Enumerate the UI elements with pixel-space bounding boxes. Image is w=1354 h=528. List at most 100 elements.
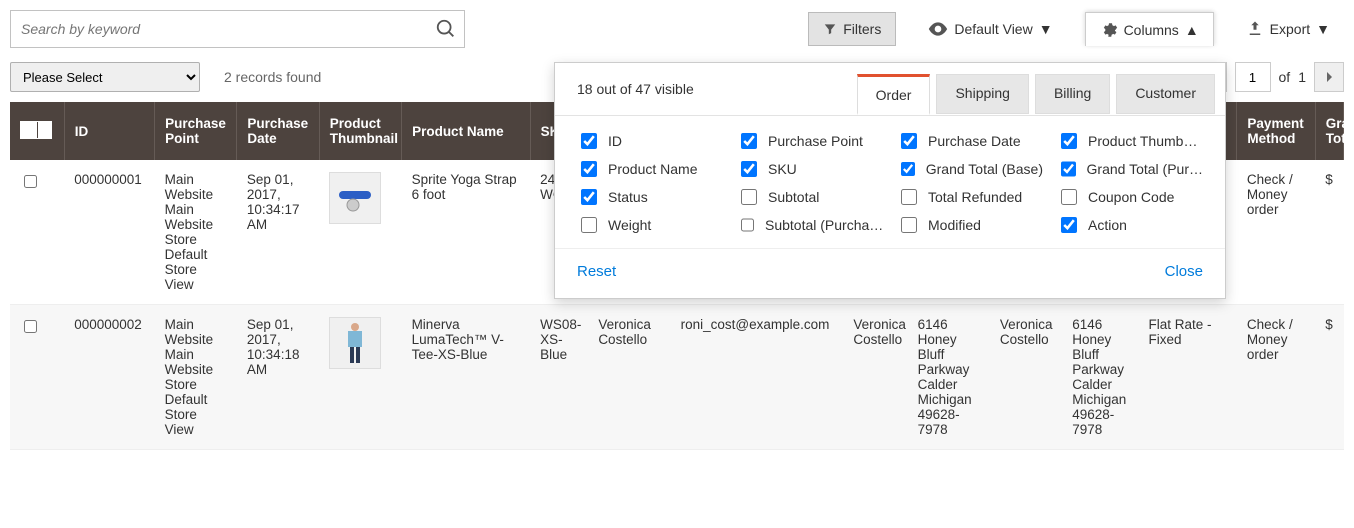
funnel-icon	[823, 22, 837, 36]
cell-purchase-point: Main Website Main Website Store Default …	[155, 305, 237, 450]
columns-tab-customer[interactable]: Customer	[1116, 74, 1215, 114]
column-label: Purchase Date	[928, 133, 1021, 149]
export-button[interactable]: Export ▼	[1232, 12, 1344, 46]
column-toggle[interactable]: Coupon Code	[1057, 186, 1203, 208]
column-checkbox[interactable]	[581, 133, 597, 149]
column-toggle[interactable]: Purchase Date	[897, 130, 1043, 152]
column-toggle[interactable]: ID	[577, 130, 723, 152]
row-checkbox[interactable]	[24, 320, 37, 333]
cell-billto: Veronica Costello	[843, 305, 907, 450]
cell-purchase-date: Sep 01, 2017, 10:34:18 AM	[237, 305, 319, 450]
cell-purchase-date: Sep 01, 2017, 10:34:17 AM	[237, 160, 319, 305]
default-view-label: Default View	[954, 21, 1032, 37]
column-label: Subtotal (Purcha…	[765, 217, 883, 233]
table-row[interactable]: 000000002Main Website Main Website Store…	[10, 305, 1344, 450]
column-toggle[interactable]: Weight	[577, 214, 723, 236]
cell-thumbnail	[319, 160, 401, 305]
column-checkbox[interactable]	[581, 217, 597, 233]
columns-label: Columns	[1124, 22, 1179, 38]
mass-action-select[interactable]: Please Select	[10, 62, 200, 92]
col-purchase-point[interactable]: Purchase Point	[155, 102, 237, 160]
column-toggle[interactable]: Purchase Point	[737, 130, 883, 152]
col-purchase-date[interactable]: Purchase Date	[237, 102, 319, 160]
search-container	[10, 10, 465, 48]
column-checkbox[interactable]	[1061, 217, 1077, 233]
column-checkbox[interactable]	[901, 161, 915, 177]
columns-button[interactable]: Columns ▲	[1085, 12, 1214, 46]
column-label: Grand Total (Pur…	[1087, 161, 1203, 177]
total-pages: 1	[1298, 69, 1306, 85]
column-checkbox[interactable]	[901, 189, 917, 205]
column-checkbox[interactable]	[741, 217, 754, 233]
columns-reset-link[interactable]: Reset	[577, 263, 616, 280]
next-page-button[interactable]	[1314, 62, 1344, 92]
column-checkbox[interactable]	[901, 217, 917, 233]
column-label: Product Thumb…	[1088, 133, 1197, 149]
columns-tab-billing[interactable]: Billing	[1035, 74, 1110, 114]
column-checkbox[interactable]	[901, 133, 917, 149]
column-toggle[interactable]: SKU	[737, 158, 883, 180]
filters-label: Filters	[843, 21, 881, 37]
column-label: Status	[608, 189, 648, 205]
gear-icon	[1100, 21, 1118, 39]
cell-customer-name: Veronica Costello	[588, 305, 670, 450]
column-label: Coupon Code	[1088, 189, 1174, 205]
cell-sku: WS08-XS-Blue	[530, 305, 588, 450]
col-id[interactable]: ID	[64, 102, 154, 160]
column-toggle[interactable]: Action	[1057, 214, 1203, 236]
default-view-button[interactable]: Default View ▼	[914, 12, 1066, 46]
col-product-name[interactable]: Product Name	[402, 102, 531, 160]
cell-customer-email: roni_cost@example.com	[671, 305, 844, 450]
column-checkbox[interactable]	[1061, 161, 1076, 177]
column-checkbox[interactable]	[1061, 133, 1077, 149]
select-all-checkbox[interactable]: ▼	[20, 121, 52, 139]
column-checkbox[interactable]	[741, 189, 757, 205]
columns-tab-order[interactable]: Order	[857, 74, 931, 115]
export-label: Export	[1270, 21, 1310, 37]
columns-panel: 18 out of 47 visible OrderShippingBillin…	[554, 62, 1226, 299]
search-icon[interactable]	[435, 18, 457, 40]
column-toggle[interactable]: Grand Total (Pur…	[1057, 158, 1203, 180]
column-toggle[interactable]: Total Refunded	[897, 186, 1043, 208]
column-toggle[interactable]: Product Name	[577, 158, 723, 180]
col-thumbnail[interactable]: Product Thumbnail	[319, 102, 401, 160]
column-label: Purchase Point	[768, 133, 863, 149]
column-checkbox[interactable]	[1061, 189, 1077, 205]
column-label: Weight	[608, 217, 651, 233]
columns-close-link[interactable]: Close	[1165, 263, 1203, 280]
column-label: Grand Total (Base)	[926, 161, 1043, 177]
columns-tab-shipping[interactable]: Shipping	[936, 74, 1029, 114]
search-input[interactable]	[10, 10, 465, 48]
cell-shipping-info: Flat Rate - Fixed	[1139, 305, 1237, 450]
column-toggle[interactable]: Modified	[897, 214, 1043, 236]
column-toggle[interactable]: Status	[577, 186, 723, 208]
caret-down-icon: ▼	[1316, 21, 1330, 37]
cell-product-name: Minerva LumaTech™ V-Tee-XS-Blue	[402, 305, 531, 450]
page-input[interactable]	[1235, 62, 1271, 92]
row-checkbox[interactable]	[24, 175, 37, 188]
cell-id: 000000002	[64, 305, 154, 450]
column-toggle[interactable]: Product Thumb…	[1057, 130, 1203, 152]
cell-grand-total: $	[1315, 305, 1343, 450]
column-toggle[interactable]: Grand Total (Base)	[897, 158, 1043, 180]
cell-product-name: Sprite Yoga Strap 6 foot	[402, 160, 531, 305]
col-grand-total[interactable]: Grand Total	[1315, 102, 1343, 160]
column-checkbox[interactable]	[741, 133, 757, 149]
col-payment[interactable]: Payment Method	[1237, 102, 1315, 160]
cell-purchase-point: Main Website Main Website Store Default …	[155, 160, 237, 305]
column-label: Total Refunded	[928, 189, 1022, 205]
column-label: Action	[1088, 217, 1127, 233]
column-checkbox[interactable]	[741, 161, 757, 177]
product-thumbnail	[329, 172, 381, 224]
column-toggle[interactable]: Subtotal	[737, 186, 883, 208]
cell-shipping-addr: 6146 Honey Bluff Parkway Calder Michigan…	[1062, 305, 1138, 450]
column-checkbox[interactable]	[581, 161, 597, 177]
column-checkbox[interactable]	[581, 189, 597, 205]
cell-billing-addr: 6146 Honey Bluff Parkway Calder Michigan…	[908, 305, 990, 450]
eye-icon	[928, 22, 948, 36]
column-label: Modified	[928, 217, 981, 233]
column-label: ID	[608, 133, 622, 149]
product-thumbnail	[329, 317, 381, 369]
column-toggle[interactable]: Subtotal (Purcha…	[737, 214, 883, 236]
filters-button[interactable]: Filters	[808, 12, 896, 46]
